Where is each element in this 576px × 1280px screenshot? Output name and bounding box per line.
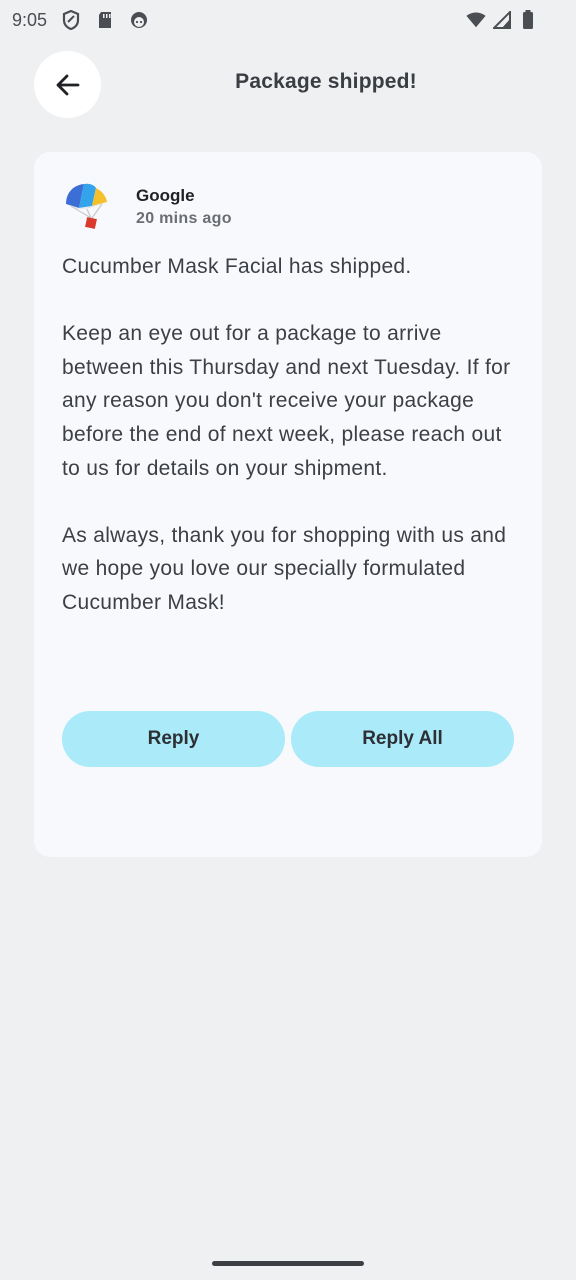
page-title: Package shipped! xyxy=(235,70,417,93)
email-card: Google 20 mins ago Cucumber Mask Facial … xyxy=(34,152,542,857)
email-actions: Reply Reply All xyxy=(62,711,514,767)
sender-name: Google xyxy=(136,186,195,205)
status-icons-right xyxy=(466,10,538,30)
status-time: 9:05 xyxy=(12,9,48,30)
reply-all-button[interactable]: Reply All xyxy=(291,711,514,767)
battery-icon xyxy=(518,10,538,30)
email-paragraph: Cucumber Mask Facial has shipped. xyxy=(62,255,412,278)
email-paragraph: As always, thank you for shopping with u… xyxy=(62,523,507,614)
parachute-package-icon xyxy=(66,183,107,229)
reply-button[interactable]: Reply xyxy=(62,711,285,767)
sent-time: 20 mins ago xyxy=(136,210,232,227)
sender-row: Google 20 mins ago xyxy=(62,182,232,232)
sd-card-icon xyxy=(95,10,115,30)
home-indicator[interactable] xyxy=(212,1261,364,1266)
shield-icon xyxy=(61,10,81,30)
status-bar: 9:05 xyxy=(0,0,576,40)
email-paragraph: Keep an eye out for a package to arrive … xyxy=(62,322,511,480)
email-body: Cucumber Mask Facial has shipped. Keep a… xyxy=(62,250,522,653)
signal-icon xyxy=(492,10,512,30)
status-icons-left xyxy=(61,10,149,30)
sender-meta: Google 20 mins ago xyxy=(136,182,232,228)
email-detail-screen: 9:05 Package shipped! Google 20 mins ago… xyxy=(0,0,576,1280)
wifi-icon xyxy=(466,10,486,30)
android-face-icon xyxy=(129,10,149,30)
